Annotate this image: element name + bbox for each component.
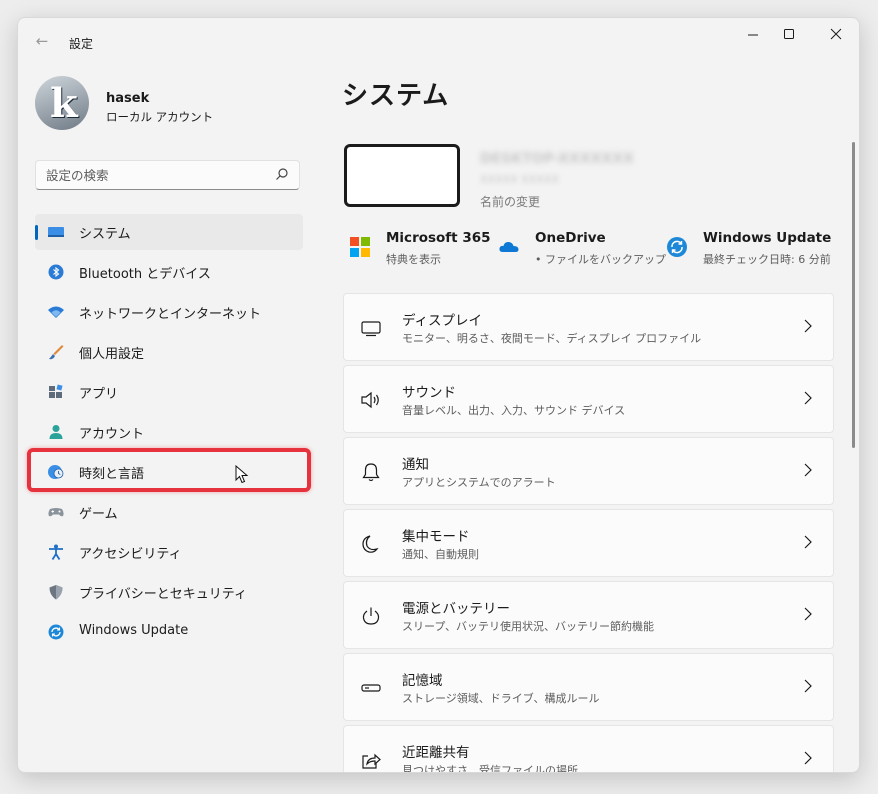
sidebar-item-privacy[interactable]: プライバシーとセキュリティ — [35, 574, 303, 610]
settings-card-list: ディスプレイ モニター、明るさ、夜間モード、ディスプレイ プロファイル サウンド… — [343, 293, 834, 773]
sidebar-item-label: アカウント — [79, 427, 145, 442]
sidebar-item-system[interactable]: システム — [35, 214, 303, 250]
card-title: 近距離共有 — [402, 745, 470, 761]
search-input[interactable] — [46, 166, 266, 184]
settings-search-box[interactable] — [35, 160, 300, 190]
drive-icon — [361, 684, 381, 692]
sidebar-item-accounts[interactable]: アカウント — [35, 414, 303, 450]
chevron-right-icon — [804, 679, 812, 693]
card-notifications[interactable]: 通知 アプリとシステムでのアラート — [343, 437, 834, 505]
accessibility-icon — [49, 544, 63, 560]
monitor-icon — [48, 227, 64, 237]
card-title: 電源とバッテリー — [402, 601, 510, 617]
card-sound[interactable]: サウンド 音量レベル、出力、入力、サウンド デバイス — [343, 365, 834, 433]
quick-link-title: Windows Update — [703, 230, 832, 246]
bell-icon — [362, 463, 380, 482]
card-subtitle: 見つけやすさ、受信ファイルの場所 — [402, 764, 578, 773]
power-icon — [362, 607, 380, 625]
shield-icon — [49, 585, 63, 600]
bluetooth-icon — [48, 264, 64, 280]
sidebar-item-windows-update[interactable]: Windows Update — [35, 614, 303, 650]
card-title: 通知 — [402, 457, 429, 473]
card-subtitle: アプリとシステムでのアラート — [402, 476, 556, 489]
sidebar-item-label: アクセシビリティ — [79, 547, 182, 562]
avatar[interactable]: k — [35, 76, 89, 130]
moon-icon — [362, 535, 379, 553]
rename-link[interactable]: 名前の変更 — [480, 193, 540, 210]
chevron-right-icon — [804, 607, 812, 621]
sidebar-nav: システム Bluetooth とデバイス ネットワークとインターネット 個人用設… — [35, 214, 303, 654]
sidebar-item-gaming[interactable]: ゲーム — [35, 494, 303, 530]
quick-link-subtitle: 特典を表示 — [386, 253, 441, 266]
sidebar-item-label: Windows Update — [79, 623, 189, 638]
quick-link-title: Microsoft 365 — [386, 230, 491, 246]
device-image — [344, 144, 460, 207]
page-title: システム — [342, 81, 450, 111]
sidebar-item-label: Bluetooth とデバイス — [79, 267, 211, 282]
card-focus[interactable]: 集中モード 通知、自動規則 — [343, 509, 834, 577]
quick-link-subtitle: 最終チェック日時: 6 分前 — [703, 253, 831, 266]
scrollbar[interactable] — [852, 142, 855, 448]
sidebar-item-label: 個人用設定 — [79, 347, 145, 362]
back-arrow-icon[interactable]: ← — [32, 31, 52, 51]
settings-window: ← 設定 k hasek ローカル アカウント システム — [17, 17, 860, 773]
brush-icon — [49, 345, 64, 360]
chevron-right-icon — [804, 391, 812, 405]
app-title: 設定 — [69, 37, 94, 51]
chevron-right-icon — [804, 463, 812, 477]
title-bar: ← 設定 — [18, 18, 859, 52]
card-subtitle: スリープ、バッテリ使用状況、バッテリー節約機能 — [402, 620, 655, 633]
sidebar-item-personalization[interactable]: 個人用設定 — [35, 334, 303, 370]
card-subtitle: モニター、明るさ、夜間モード、ディスプレイ プロファイル — [402, 332, 702, 345]
sidebar-item-label: システム — [79, 227, 131, 242]
search-icon[interactable] — [275, 167, 289, 181]
close-button[interactable] — [821, 26, 851, 46]
quick-link-subtitle: • ファイルをバックアップ — [535, 253, 666, 266]
user-name: hasek — [106, 91, 150, 106]
card-nearby-sharing[interactable]: 近距離共有 見つけやすさ、受信ファイルの場所 — [343, 725, 834, 773]
speaker-icon — [361, 391, 379, 409]
card-display[interactable]: ディスプレイ モニター、明るさ、夜間モード、ディスプレイ プロファイル — [343, 293, 834, 361]
quick-link-title: OneDrive — [535, 230, 606, 246]
card-title: 記憶域 — [402, 673, 443, 689]
sync-icon — [667, 237, 687, 257]
chevron-right-icon — [804, 319, 812, 333]
sidebar-item-label: アプリ — [79, 387, 119, 402]
card-title: サウンド — [402, 385, 456, 401]
card-storage[interactable]: 記憶域 ストレージ領域、ドライブ、構成ルール — [343, 653, 834, 721]
chevron-right-icon — [804, 535, 812, 549]
apps-icon — [49, 384, 63, 398]
sidebar-item-label: ゲーム — [79, 507, 118, 522]
account-type: ローカル アカウント — [106, 110, 214, 124]
wifi-icon — [48, 306, 64, 318]
sidebar-item-bluetooth[interactable]: Bluetooth とデバイス — [35, 254, 303, 290]
card-subtitle: 音量レベル、出力、入力、サウンド デバイス — [402, 404, 626, 417]
card-power[interactable]: 電源とバッテリー スリープ、バッテリ使用状況、バッテリー節約機能 — [343, 581, 834, 649]
mouse-cursor-icon — [235, 465, 249, 484]
sidebar-item-network[interactable]: ネットワークとインターネット — [35, 294, 303, 330]
card-subtitle: 通知、自動規則 — [402, 548, 479, 561]
person-icon — [49, 425, 63, 439]
onedrive-cloud-icon — [499, 241, 519, 252]
share-icon — [362, 753, 381, 769]
microsoft-logo-icon — [350, 237, 370, 257]
sidebar-item-label: ネットワークとインターネット — [79, 307, 262, 322]
maximize-button[interactable] — [774, 26, 804, 46]
gamepad-icon — [48, 508, 64, 517]
sidebar-item-accessibility[interactable]: アクセシビリティ — [35, 534, 303, 570]
sidebar-item-label: プライバシーとセキュリティ — [79, 587, 247, 602]
device-name: DESKTOP-XXXXXXX — [480, 151, 634, 167]
monitor-outline-icon — [361, 321, 381, 337]
annotation-highlight-box — [27, 448, 311, 492]
card-subtitle: ストレージ領域、ドライブ、構成ルール — [402, 692, 600, 705]
sidebar-item-apps[interactable]: アプリ — [35, 374, 303, 410]
chevron-right-icon — [804, 751, 812, 765]
card-title: 集中モード — [402, 529, 470, 545]
device-model: XXXXX XXXXX — [480, 173, 559, 186]
minimize-button[interactable] — [738, 26, 768, 46]
sync-icon — [48, 624, 64, 640]
card-title: ディスプレイ — [402, 313, 483, 329]
